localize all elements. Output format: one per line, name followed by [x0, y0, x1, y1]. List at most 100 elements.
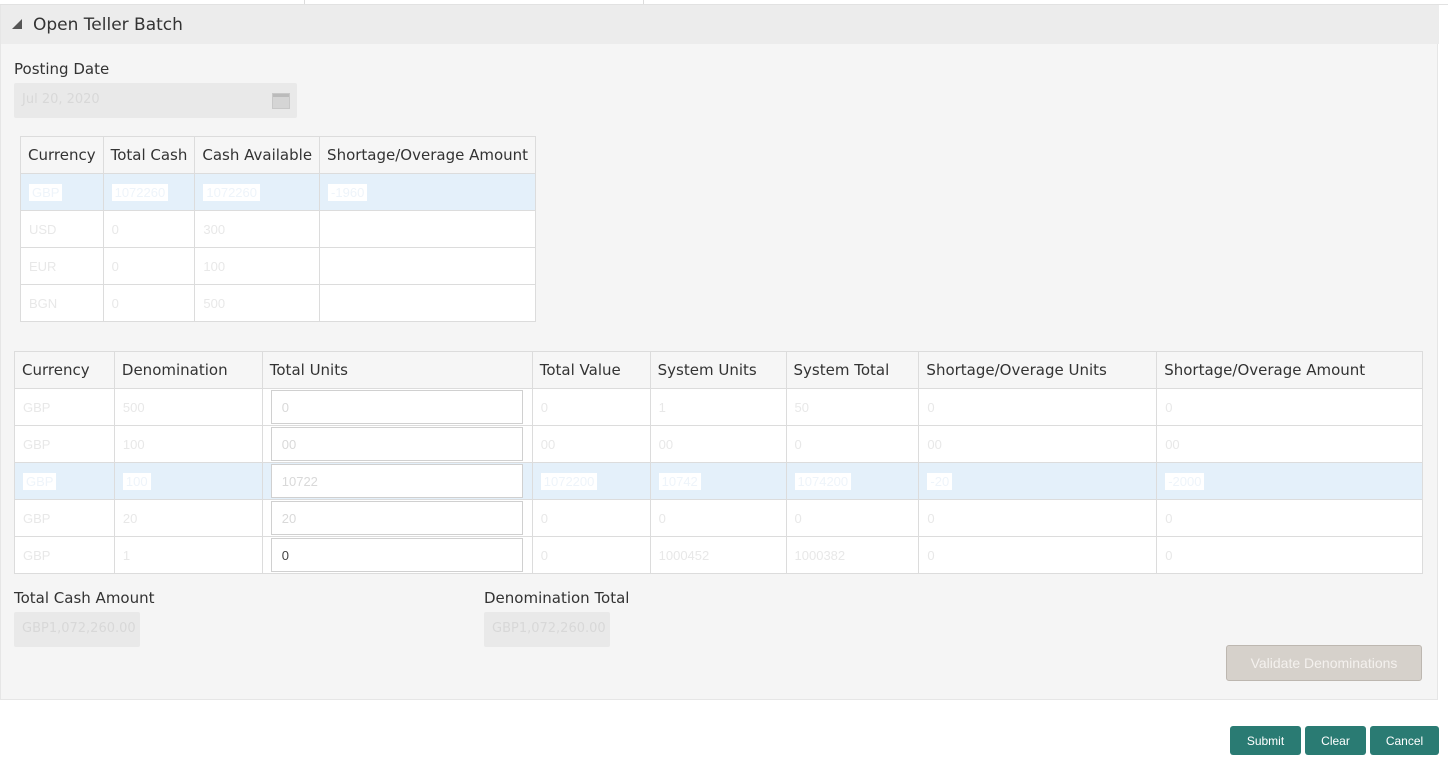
table-cell [261, 388, 533, 426]
panel-title: Open Teller Batch [33, 15, 183, 35]
table-cell: 500 [113, 388, 263, 426]
total-units-input[interactable] [270, 427, 523, 461]
validate-denominations-button[interactable]: Validate Denominations [1226, 645, 1422, 681]
table-cell: 0 [785, 425, 920, 463]
table-cell: 1000452 [649, 536, 787, 574]
column-header: Total Cash [102, 136, 196, 174]
table-cell: 00 [649, 425, 787, 463]
column-header: Currency [20, 136, 104, 174]
table-cell: 0 [531, 536, 651, 574]
table-cell: -20 [918, 462, 1158, 500]
table-row[interactable]: GBP 1 0 1000452 1000382 0 0 [14, 536, 1423, 574]
table-cell: 0 [918, 499, 1158, 537]
table-row[interactable]: EUR 0 100 [20, 247, 537, 285]
table-cell: USD [20, 210, 104, 248]
denomination-total-label: Denomination Total [484, 589, 630, 607]
table-cell: EUR [20, 247, 104, 285]
table-row[interactable]: BGN 0 500 [20, 284, 537, 322]
column-header: Total Value [531, 351, 651, 389]
table-cell [261, 425, 533, 463]
total-units-input[interactable] [270, 501, 523, 535]
table-cell: 1072260 [194, 173, 321, 211]
table-cell: 0 [918, 536, 1158, 574]
table-cell: 0 [102, 284, 196, 322]
table-cell: 50 [785, 388, 920, 426]
denomination-total-value: GBP1,072,260.00 [492, 621, 606, 636]
table-cell: 0 [531, 388, 651, 426]
table-cell: 300 [194, 210, 321, 248]
column-header: Shortage/Overage Amount [319, 136, 537, 174]
column-header: Shortage/Overage Units [918, 351, 1158, 389]
column-header: Cash Available [194, 136, 321, 174]
table-cell: BGN [20, 284, 104, 322]
table-cell: 100 [194, 247, 321, 285]
table-cell [261, 536, 533, 574]
table-header-row: Currency Denomination Total Units Total … [14, 351, 1423, 389]
column-header: System Total [785, 351, 920, 389]
table-row[interactable]: GBP 100 1072200 10742 1074200 -20 -2000 [14, 462, 1423, 500]
table-cell: 1 [113, 536, 263, 574]
total-cash-amount-field: GBP1,072,260.00 [14, 612, 140, 647]
submit-button[interactable]: Submit [1230, 726, 1301, 755]
table-row[interactable]: GBP 100 00 00 0 00 00 [14, 425, 1423, 463]
table-cell: 00 [1156, 425, 1423, 463]
table-cell [261, 499, 533, 537]
column-header: Total Units [261, 351, 533, 389]
table-cell: -2000 [1156, 462, 1423, 500]
table-cell [319, 247, 537, 285]
table-cell: 0 [1156, 388, 1423, 426]
table-cell: 0 [531, 499, 651, 537]
denomination-total-field: GBP1,072,260.00 [484, 612, 610, 647]
table-cell: 00 [531, 425, 651, 463]
table-cell: GBP [14, 462, 115, 500]
table-cell: 1 [649, 388, 787, 426]
table-cell: -1960 [319, 173, 537, 211]
table-row[interactable]: GBP 500 0 1 50 0 0 [14, 388, 1423, 426]
total-units-input[interactable] [270, 538, 523, 572]
table-cell: GBP [20, 173, 104, 211]
table-cell: 500 [194, 284, 321, 322]
table-cell: GBP [14, 499, 115, 537]
calendar-icon[interactable] [272, 93, 290, 109]
column-header: Shortage/Overage Amount [1156, 351, 1423, 389]
table-cell: 1000382 [785, 536, 920, 574]
table-cell: 1074200 [785, 462, 920, 500]
table-cell: 0 [649, 499, 787, 537]
total-units-input[interactable] [270, 390, 523, 424]
total-units-input[interactable] [270, 464, 523, 498]
table-cell: 100 [113, 425, 263, 463]
total-cash-amount-value: GBP1,072,260.00 [22, 621, 136, 636]
denomination-table: Currency Denomination Total Units Total … [14, 351, 1423, 574]
table-cell [319, 210, 537, 248]
table-cell: 0 [102, 247, 196, 285]
currency-summary-table: Currency Total Cash Cash Available Short… [20, 136, 537, 322]
table-cell [319, 284, 537, 322]
table-cell: 1072260 [102, 173, 196, 211]
table-cell: 100 [113, 462, 263, 500]
posting-date-field[interactable]: Jul 20, 2020 [14, 83, 297, 118]
table-row[interactable]: GBP 1072260 1072260 -1960 [20, 173, 537, 211]
table-cell: 0 [1156, 536, 1423, 574]
table-cell: 0 [785, 499, 920, 537]
table-cell: 0 [918, 388, 1158, 426]
total-cash-amount-label: Total Cash Amount [14, 589, 155, 607]
tab-divider [643, 0, 644, 4]
table-cell: GBP [14, 388, 115, 426]
collapse-triangle-icon[interactable] [12, 19, 22, 29]
table-cell: 10742 [649, 462, 787, 500]
clear-button[interactable]: Clear [1305, 726, 1366, 755]
table-cell: GBP [14, 536, 115, 574]
cancel-button[interactable]: Cancel [1370, 726, 1439, 755]
table-cell: 0 [102, 210, 196, 248]
table-cell [261, 462, 533, 500]
table-row[interactable]: GBP 20 0 0 0 0 0 [14, 499, 1423, 537]
table-row[interactable]: USD 0 300 [20, 210, 537, 248]
column-header: Currency [14, 351, 115, 389]
column-header: System Units [649, 351, 787, 389]
table-cell: 20 [113, 499, 263, 537]
table-cell: 1072200 [531, 462, 651, 500]
panel-header[interactable]: Open Teller Batch [1, 5, 1439, 44]
column-header: Denomination [113, 351, 263, 389]
posting-date-value: Jul 20, 2020 [22, 92, 100, 107]
tab-divider [304, 0, 305, 4]
